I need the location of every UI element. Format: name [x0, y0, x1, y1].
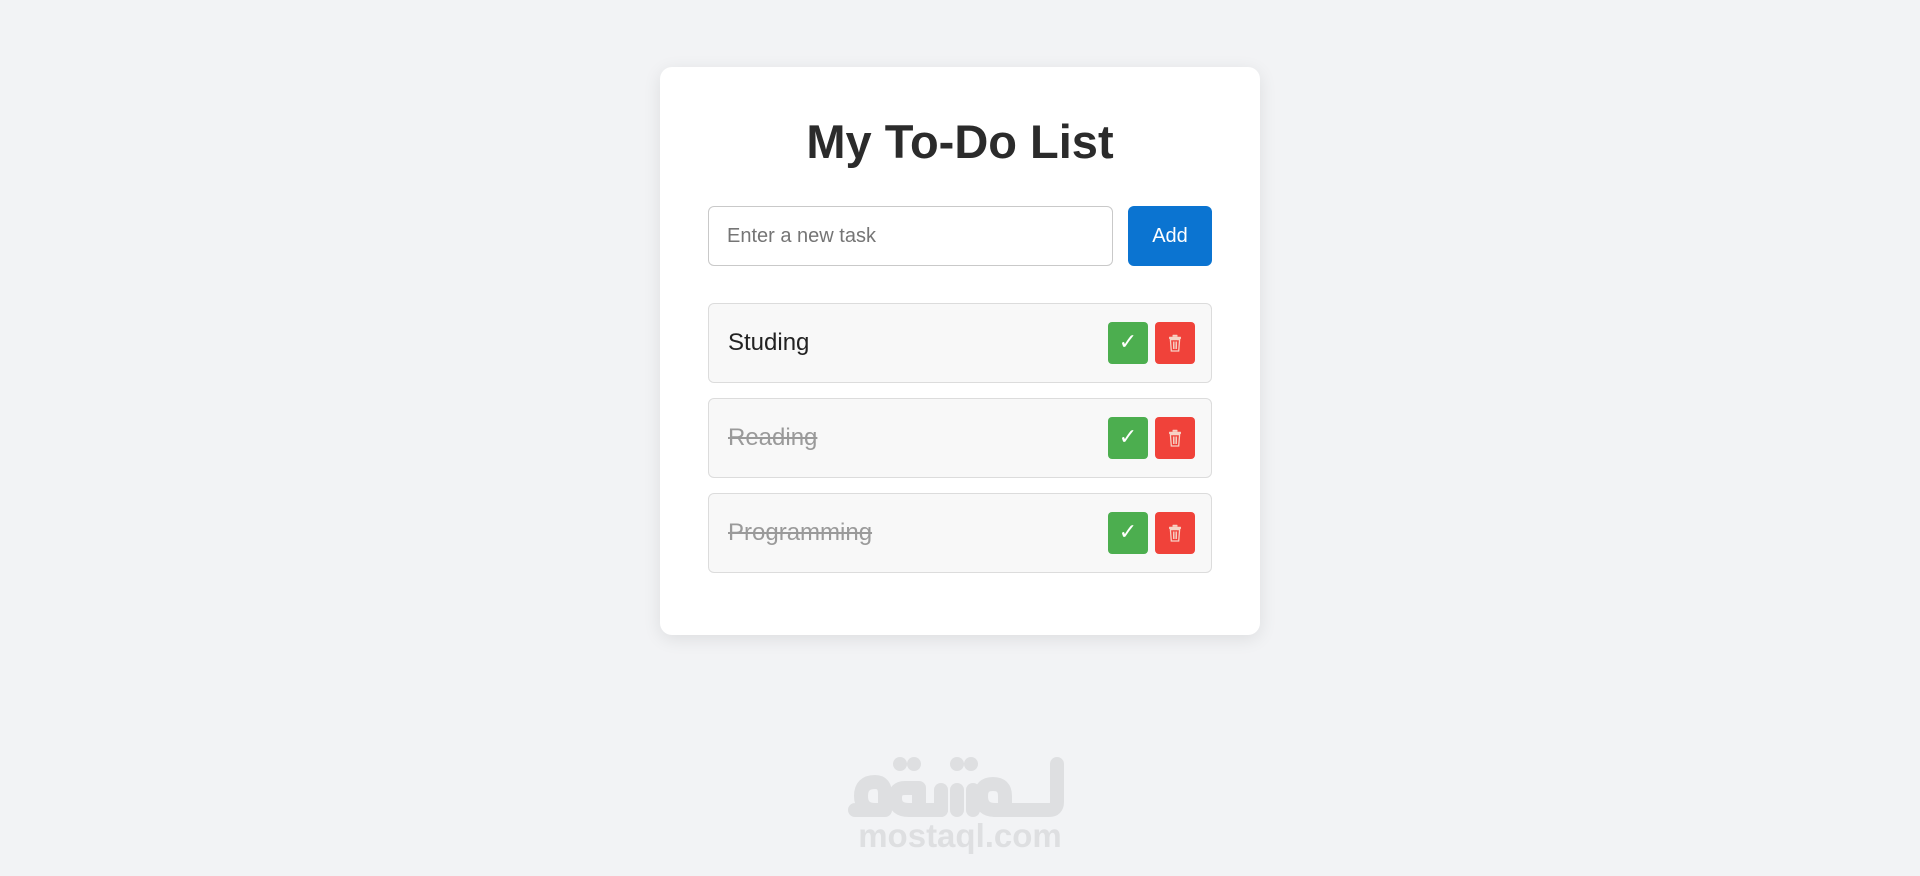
task-item: Programming ✓ [708, 493, 1212, 573]
check-icon: ✓ [1118, 425, 1138, 450]
check-icon: ✓ [1118, 330, 1138, 355]
check-icon: ✓ [1118, 520, 1138, 545]
task-item: Studing ✓ [708, 303, 1212, 383]
delete-task-button[interactable] [1155, 322, 1195, 364]
task-text: Studing [728, 329, 810, 356]
task-list: Studing ✓ Reading ✓ Programming ✓ [708, 303, 1212, 588]
mostaql-watermark: mostaql.com [0, 750, 1920, 854]
task-text: Reading [728, 424, 818, 451]
mostaql-logo [848, 757, 1064, 817]
new-task-input[interactable] [708, 206, 1113, 266]
complete-task-button[interactable]: ✓ [1108, 322, 1148, 364]
trash-icon [1169, 334, 1181, 352]
add-task-button[interactable]: Add [1128, 206, 1212, 266]
trash-icon [1169, 429, 1181, 447]
trash-icon [1169, 524, 1181, 542]
task-item: Reading ✓ [708, 398, 1212, 478]
task-text: Programming [728, 519, 873, 546]
complete-task-button[interactable]: ✓ [1108, 512, 1148, 554]
watermark-text: mostaql.com [858, 817, 1062, 854]
delete-task-button[interactable] [1155, 417, 1195, 459]
complete-task-button[interactable]: ✓ [1108, 417, 1148, 459]
page-title: My To-Do List [806, 115, 1114, 168]
delete-task-button[interactable] [1155, 512, 1195, 554]
